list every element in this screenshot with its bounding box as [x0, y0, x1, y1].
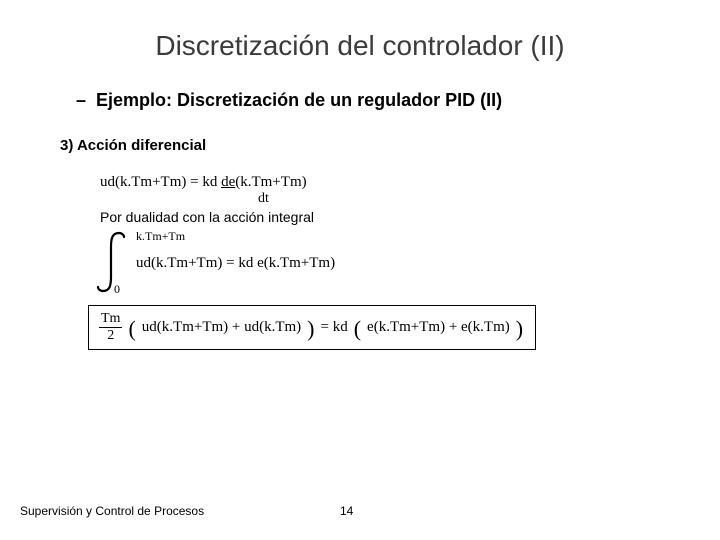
duality-text: Por dualidad con la acción integral: [100, 209, 680, 225]
tm-over-2: Tm 2: [99, 312, 122, 343]
eq1-de: de: [221, 174, 235, 190]
boxed-left-inner: ud(k.Tm+Tm) + ud(k.Tm): [142, 319, 301, 336]
slide: Discretización del controlador (II) – Ej…: [0, 0, 720, 540]
integral-block: k.Tm+Tm ud(k.Tm+Tm) = kd e(k.Tm+Tm) 0: [100, 229, 680, 295]
bullet-text: Ejemplo: Discretización de un regulador …: [96, 90, 502, 111]
boxed-mid: = kd: [321, 319, 348, 336]
eq1-rhs: (k.Tm+Tm): [235, 174, 306, 190]
integral-lower-limit: 0: [114, 282, 120, 297]
bullet-dash: –: [76, 90, 86, 111]
example-bullet: – Ejemplo: Discretización de un regulado…: [76, 90, 680, 111]
eq1-lhs: ud(k.Tm+Tm) = kd: [100, 174, 221, 190]
footer-text: Supervisión y Control de Procesos: [20, 504, 204, 518]
section-label: 3) Acción diferencial: [60, 137, 680, 154]
integral-upper-limit: k.Tm+Tm: [136, 229, 185, 244]
boxed-right-inner: e(k.Tm+Tm) + e(k.Tm): [367, 319, 510, 336]
boxed-equation: Tm 2 ( ud(k.Tm+Tm) + ud(k.Tm) ) = kd ( e…: [88, 305, 536, 350]
eq1-dt: dt: [258, 191, 680, 207]
page-number: 14: [340, 504, 353, 518]
equation-derivative: ud(k.Tm+Tm) = kd de(k.Tm+Tm): [100, 172, 680, 193]
integral-icon: [94, 229, 130, 295]
page-title: Discretización del controlador (II): [40, 30, 680, 62]
integral-body: ud(k.Tm+Tm) = kd e(k.Tm+Tm): [136, 255, 335, 272]
frac-den: 2: [107, 328, 114, 343]
frac-num: Tm: [99, 312, 122, 328]
